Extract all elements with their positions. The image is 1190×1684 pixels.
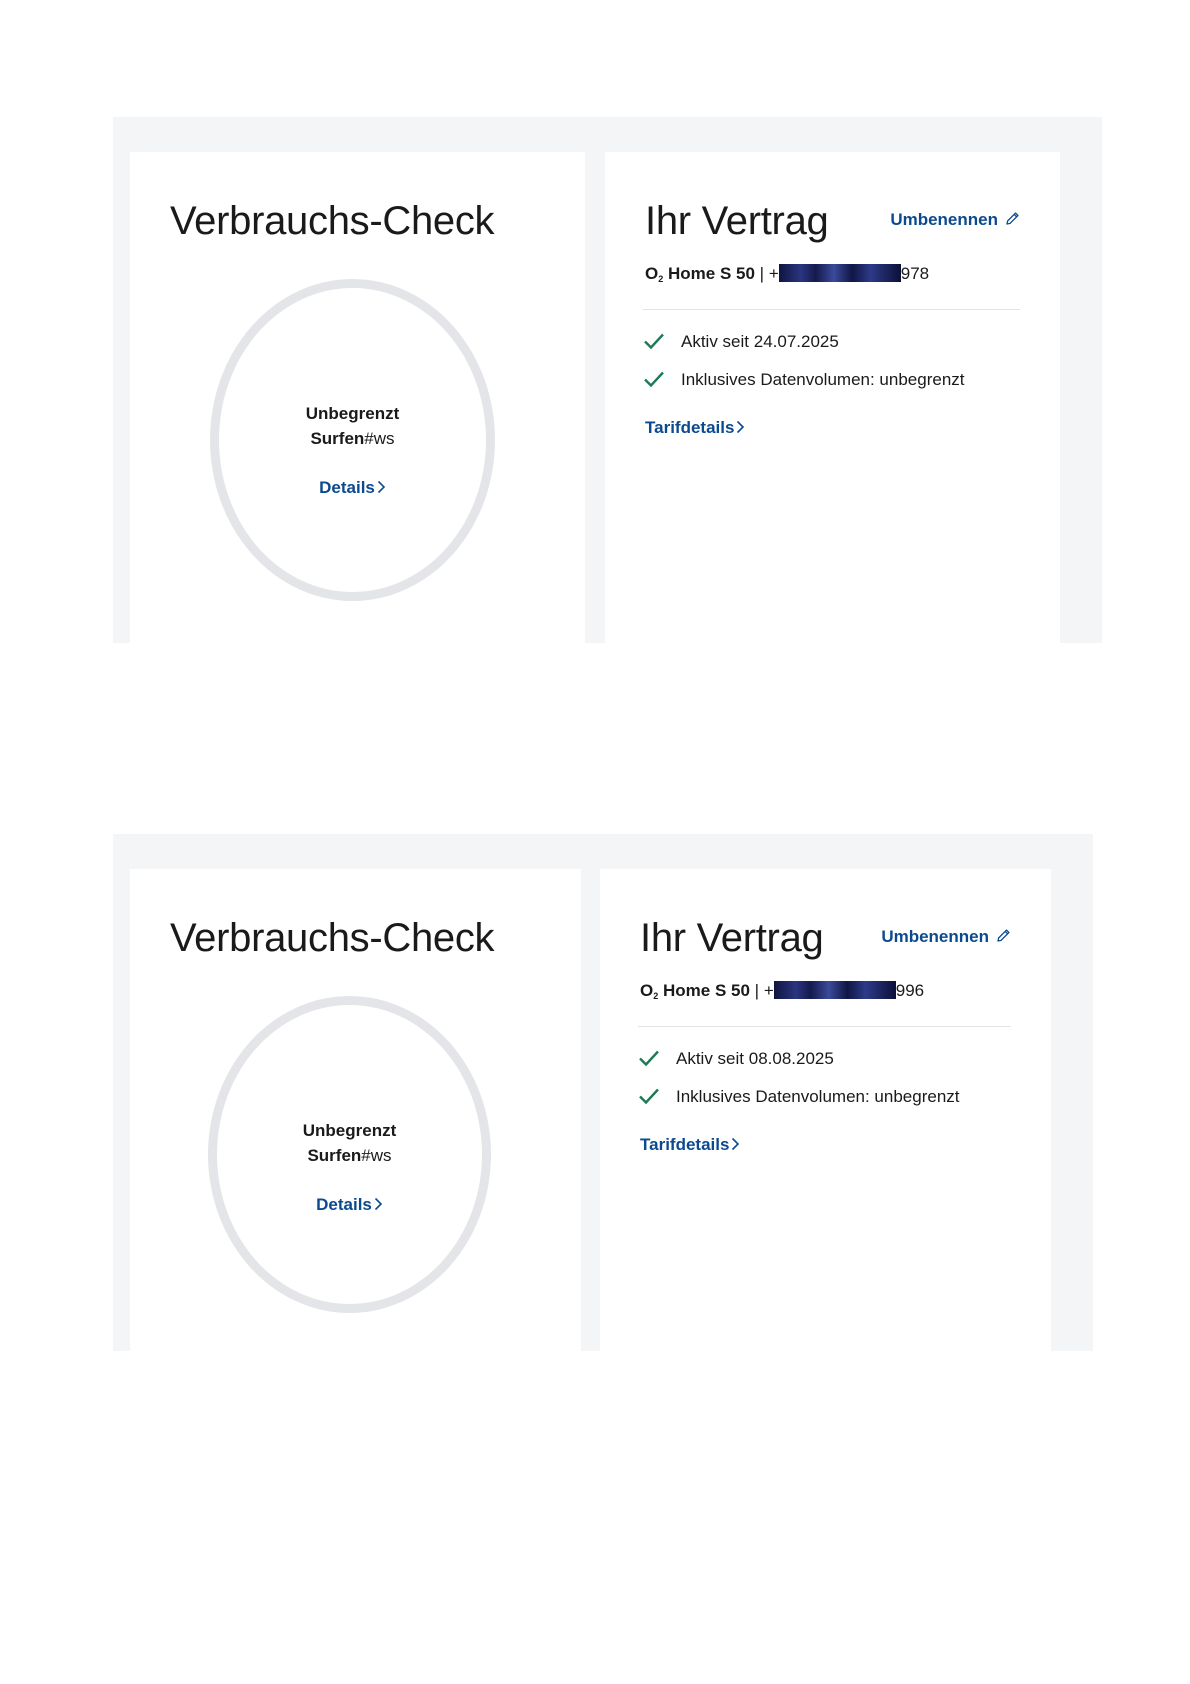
- contract-title: Ihr Vertrag: [645, 199, 829, 243]
- checkmark-icon: [639, 1050, 659, 1066]
- pencil-icon: [1006, 211, 1019, 225]
- plan-brand: O2 Home S 50: [640, 981, 750, 1001]
- redacted-phone: [773, 981, 896, 999]
- plan-brand: O2 Home S 50: [645, 264, 755, 284]
- usage-ring-label: Unbegrenzt Surfen#ws: [217, 1118, 482, 1168]
- usage-check-card: Verbrauchs-Check Unbegrenzt Surfen#ws De…: [130, 869, 581, 1351]
- usage-ring-line2-main: Surfen: [310, 429, 365, 448]
- tarifdetails-link[interactable]: Tarifdetails: [640, 1135, 740, 1155]
- tarifdetails-label: Tarifdetails: [645, 418, 735, 437]
- tarifdetails-link[interactable]: Tarifdetails: [645, 418, 745, 438]
- rename-label: Umbenennen: [881, 927, 989, 946]
- details-label: Details: [316, 1195, 372, 1214]
- phone-suffix: 996: [895, 981, 925, 1000]
- usage-check-card: Verbrauchs-Check Unbegrenzt Surfen#ws De…: [130, 152, 585, 643]
- chevron-right-icon: [377, 480, 386, 494]
- usage-ring-line2: Surfen#ws: [219, 426, 486, 451]
- pencil-icon: [997, 928, 1010, 942]
- phone-suffix: 978: [900, 264, 930, 283]
- details-label: Details: [319, 478, 375, 497]
- plan-separator: |: [754, 981, 760, 1000]
- screenshot-2: Verbrauchs-Check Unbegrenzt Surfen#ws De…: [113, 834, 1093, 1351]
- rename-link[interactable]: Umbenennen: [881, 927, 1011, 947]
- usage-ring-line2-suffix: #ws: [361, 1146, 392, 1165]
- usage-ring-line1: Unbegrenzt: [302, 1121, 397, 1140]
- usage-ring-line1: Unbegrenzt: [305, 404, 400, 423]
- chevron-right-icon: [732, 1137, 740, 1151]
- chevron-right-icon: [737, 420, 745, 434]
- feature-data-volume: Inklusives Datenvolumen: unbegrenzt: [638, 1087, 960, 1107]
- usage-ring-label: Unbegrenzt Surfen#ws: [219, 401, 486, 451]
- tarifdetails-label: Tarifdetails: [640, 1135, 730, 1154]
- rename-link[interactable]: Umbenennen: [890, 210, 1020, 230]
- divider: [638, 1026, 1011, 1027]
- feature-data-volume: Inklusives Datenvolumen: unbegrenzt: [643, 370, 965, 390]
- phone-prefix: +: [768, 264, 779, 283]
- checkmark-icon: [644, 333, 664, 349]
- details-link[interactable]: Details: [217, 1195, 482, 1215]
- contract-title: Ihr Vertrag: [640, 916, 824, 960]
- usage-ring: Unbegrenzt Surfen#ws Details: [208, 996, 491, 1313]
- plan-line: O2 Home S 50 | +978: [645, 264, 929, 284]
- details-link[interactable]: Details: [219, 478, 486, 498]
- chevron-right-icon: [374, 1197, 383, 1211]
- usage-ring-line2-suffix: #ws: [364, 429, 395, 448]
- usage-ring: Unbegrenzt Surfen#ws Details: [210, 279, 495, 601]
- plan-name: Home S 50: [662, 981, 750, 1000]
- usage-check-title: Verbrauchs-Check: [170, 916, 495, 960]
- divider: [643, 309, 1020, 310]
- contract-card: Ihr Vertrag Umbenennen O2 Home S 50 | +9…: [605, 152, 1060, 643]
- plan-line: O2 Home S 50 | +996: [640, 981, 924, 1001]
- plan-name: Home S 50: [667, 264, 755, 283]
- rename-label: Umbenennen: [890, 210, 998, 229]
- contract-card: Ihr Vertrag Umbenennen O2 Home S 50 | +9…: [600, 869, 1051, 1351]
- checkmark-icon: [639, 1088, 659, 1104]
- plan-separator: |: [759, 264, 765, 283]
- usage-ring-line2-main: Surfen: [307, 1146, 362, 1165]
- usage-ring-line2: Surfen#ws: [217, 1143, 482, 1168]
- phone-prefix: +: [763, 981, 774, 1000]
- feature-active-since: Aktiv seit 24.07.2025: [643, 332, 839, 352]
- usage-check-title: Verbrauchs-Check: [170, 199, 495, 243]
- screenshot-1: Verbrauchs-Check Unbegrenzt Surfen#ws De…: [113, 117, 1102, 643]
- feature-active-since: Aktiv seit 08.08.2025: [638, 1049, 834, 1069]
- checkmark-icon: [644, 371, 664, 387]
- redacted-phone: [778, 264, 901, 282]
